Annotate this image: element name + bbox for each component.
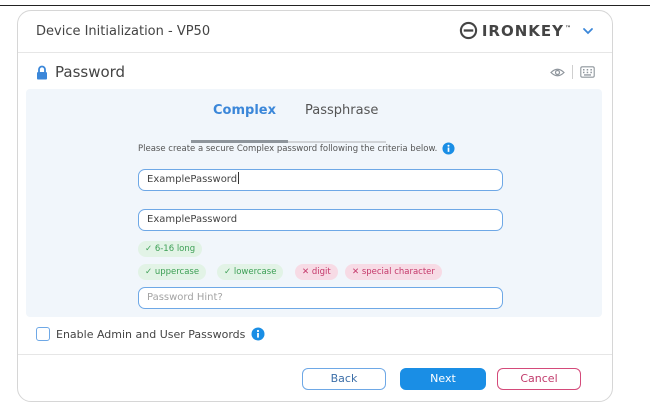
section-header: Password <box>36 63 125 81</box>
footer-divider <box>18 354 612 355</box>
next-button[interactable]: Next <box>400 368 486 390</box>
back-button[interactable]: Back <box>302 368 386 390</box>
password-value: ExamplePassword <box>147 174 238 185</box>
password-tools <box>550 65 595 79</box>
confirm-password-input[interactable]: ExamplePassword <box>138 209 503 231</box>
tab-complex[interactable]: Complex <box>213 103 276 118</box>
brand-menu[interactable]: IRONKEY™ <box>459 21 594 40</box>
chevron-down-icon[interactable] <box>582 25 594 37</box>
instructions-text: Please create a secure Complex password … <box>138 143 438 154</box>
criteria-length: ✓ 6-16 long <box>138 241 203 257</box>
password-hint-placeholder: Password Hint? <box>147 292 223 303</box>
top-border-line <box>0 5 650 6</box>
confirm-password-value: ExamplePassword <box>147 214 238 225</box>
brand-name: IRONKEY™ <box>481 21 572 40</box>
dialog-window: Device Initialization - VP50 IRONKEY™ Pa… <box>17 10 613 402</box>
ironkey-logo-icon <box>459 21 477 40</box>
password-hint-input[interactable]: Password Hint? <box>138 287 503 309</box>
section-title: Password <box>55 63 126 81</box>
eye-icon[interactable] <box>550 67 565 78</box>
title-bar: Device Initialization - VP50 IRONKEY™ <box>18 11 612 51</box>
admin-user-option: Enable Admin and User Passwords <box>36 327 265 341</box>
password-panel: Complex Passphrase Please create a secur… <box>26 89 602 317</box>
window-title: Device Initialization - VP50 <box>36 24 211 39</box>
lock-icon <box>37 65 47 79</box>
cancel-button[interactable]: Cancel <box>497 368 581 390</box>
text-caret <box>238 172 240 184</box>
instructions: Please create a secure Complex password … <box>138 142 455 155</box>
criteria-lowercase: ✓ lowercase <box>217 264 284 280</box>
info-icon[interactable] <box>442 142 455 155</box>
tool-separator <box>572 65 573 79</box>
criteria-uppercase: ✓ uppercase <box>138 264 207 280</box>
criteria-special-character: ✕ special character <box>345 264 442 280</box>
criteria-digit: ✕ digit <box>295 264 338 280</box>
password-input[interactable]: ExamplePassword <box>138 169 503 191</box>
info-icon[interactable] <box>251 327 265 341</box>
title-divider <box>18 52 612 53</box>
tab-passphrase[interactable]: Passphrase <box>305 103 378 118</box>
keyboard-icon[interactable] <box>580 66 595 78</box>
admin-option-label[interactable]: Enable Admin and User Passwords <box>56 328 245 341</box>
enable-admin-checkbox[interactable] <box>36 327 50 341</box>
